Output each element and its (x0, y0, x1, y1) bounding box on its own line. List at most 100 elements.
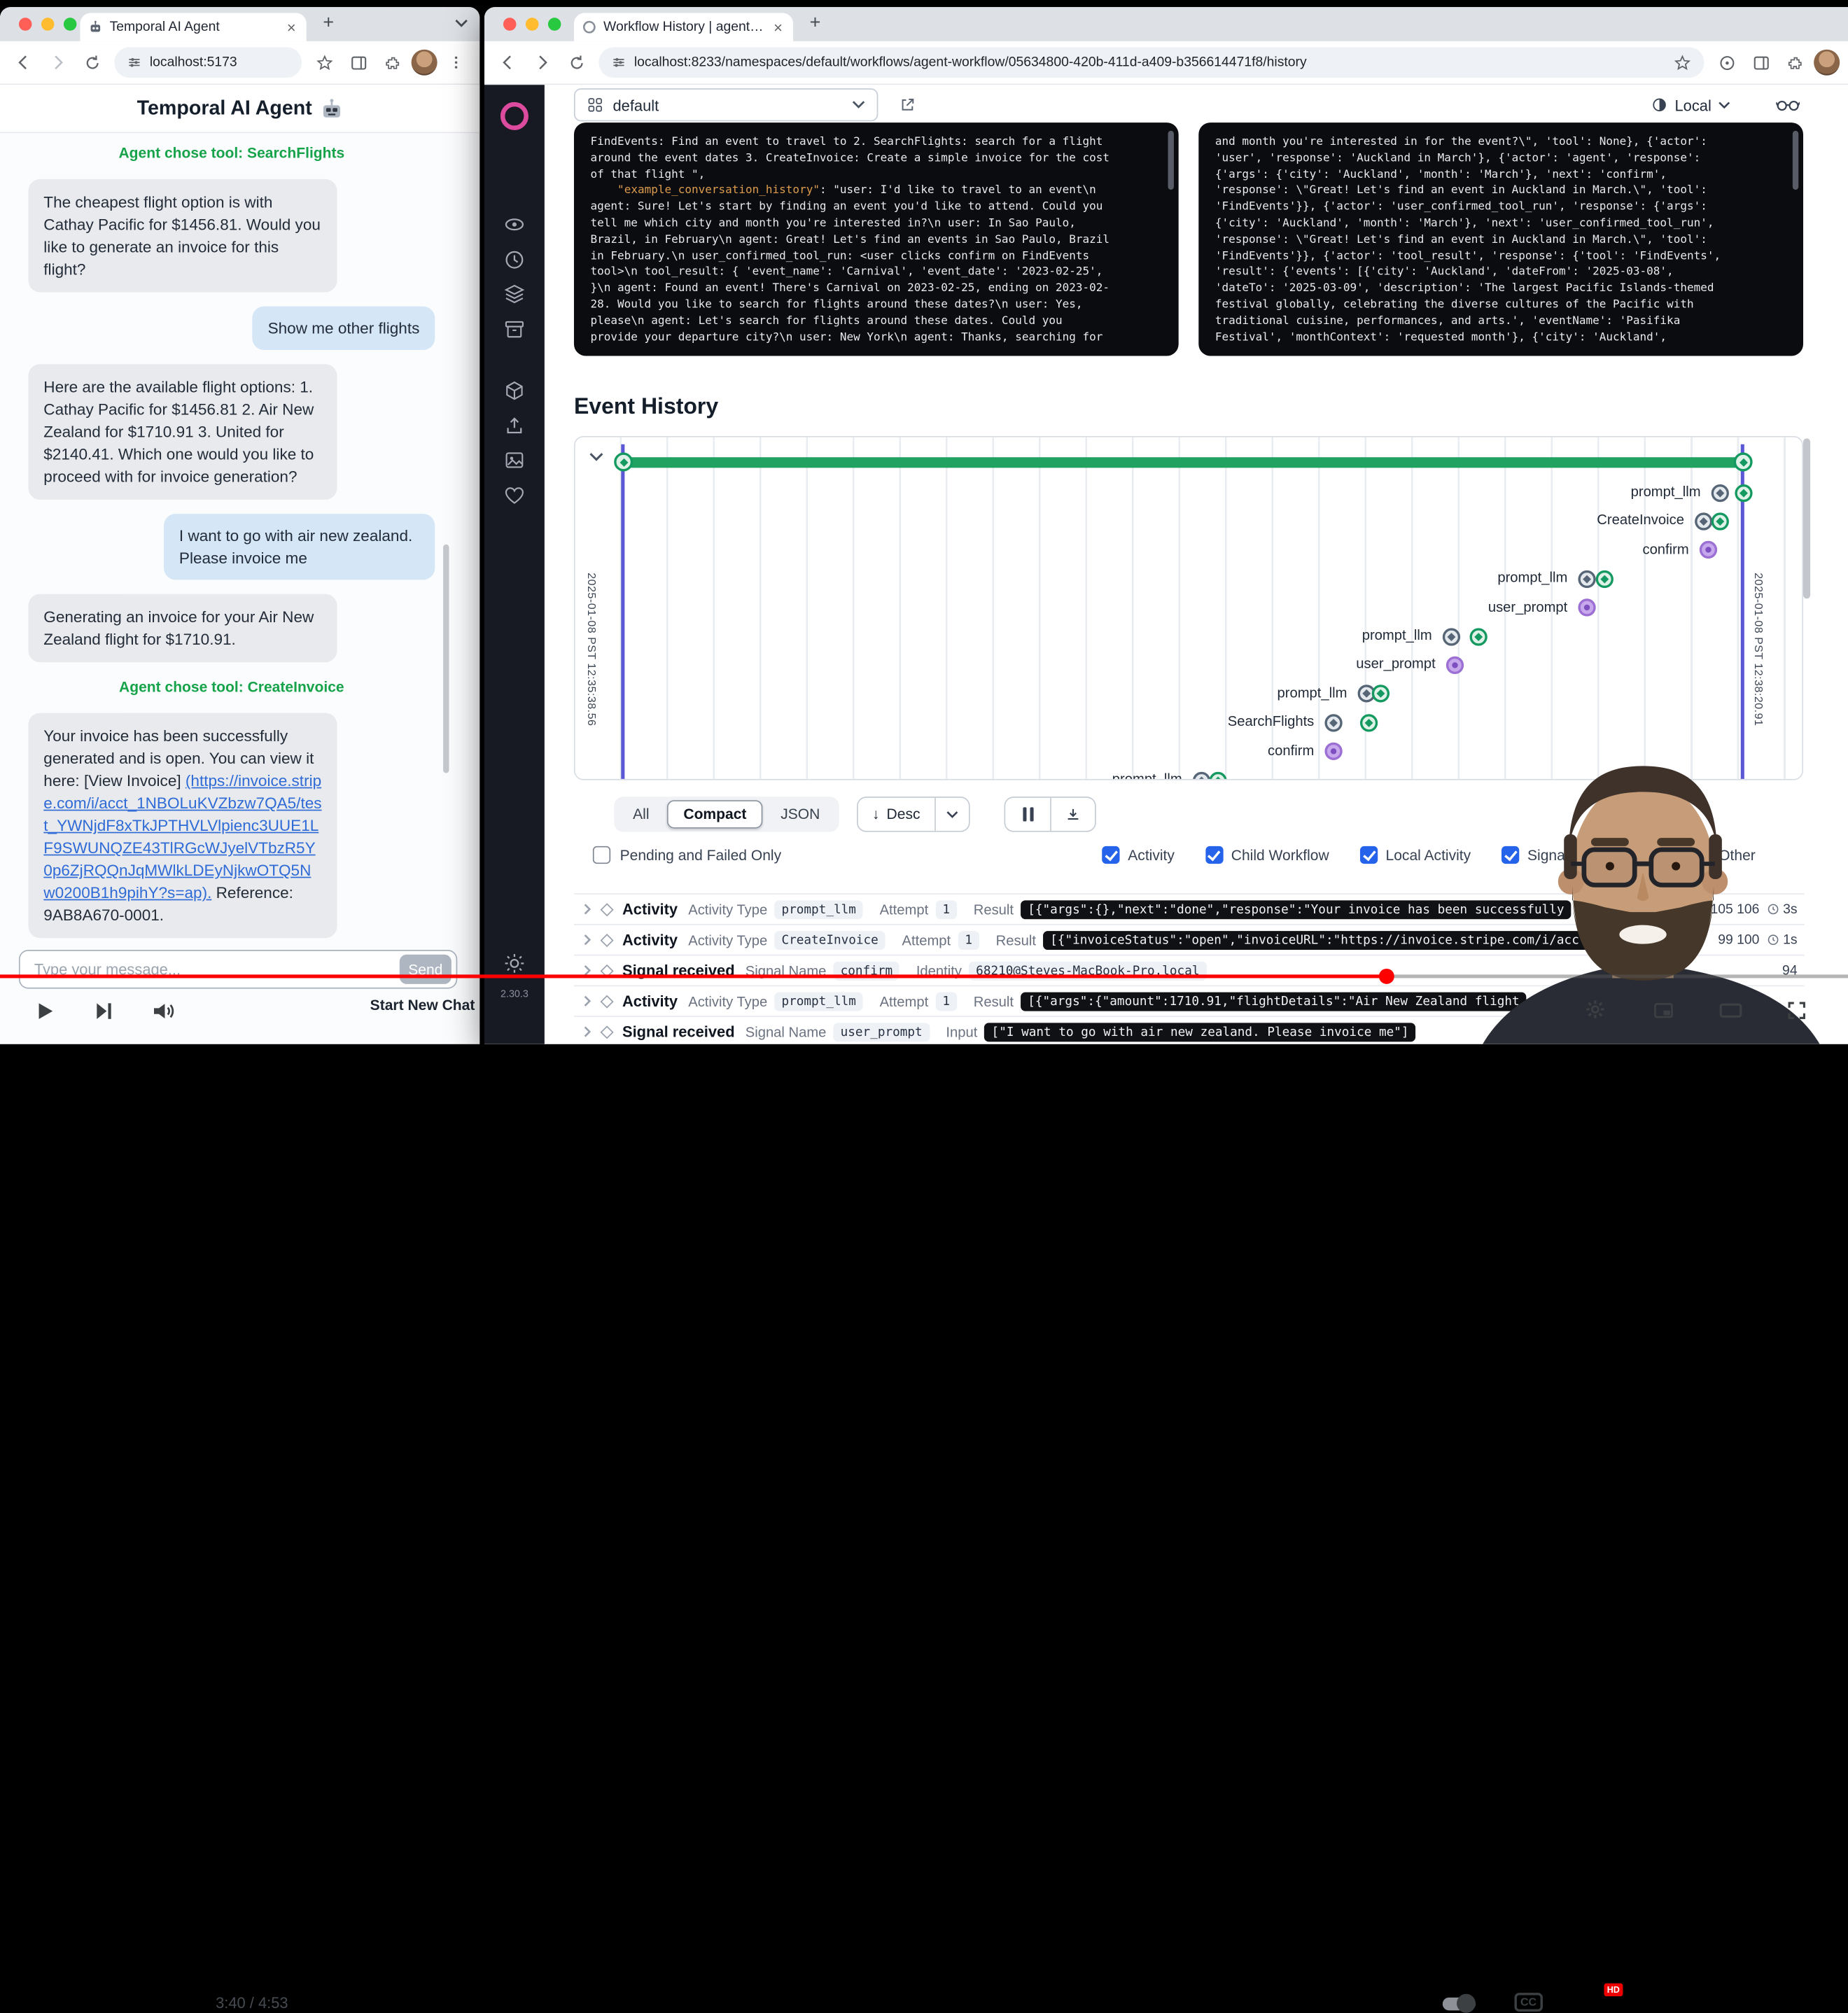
panel-scrollbar-thumb[interactable] (1793, 131, 1798, 190)
extensions-icon[interactable] (1779, 47, 1810, 78)
sort-order-button[interactable]: ↓Desc (858, 798, 934, 831)
timeline-event-dot[interactable] (1711, 484, 1728, 501)
feedback-heart-icon[interactable] (503, 484, 526, 507)
fullscreen-button[interactable] (1786, 1000, 1808, 1022)
captions-button[interactable]: CC (1515, 1993, 1543, 2012)
address-bar[interactable]: localhost:8233/namespaces/default/workfl… (598, 47, 1704, 78)
profile-avatar[interactable] (412, 50, 438, 76)
panel-scrollbar-thumb[interactable] (1168, 131, 1174, 190)
video-progress-bar[interactable] (0, 974, 1848, 978)
event-type-filter[interactable]: Child Workflow (1205, 846, 1329, 864)
sort-order-caret[interactable] (934, 798, 969, 831)
miniplayer-button[interactable] (1653, 1000, 1675, 1022)
zoom-window-button[interactable] (64, 17, 77, 31)
timeline-event-dot[interactable] (1578, 570, 1595, 587)
close-tab-icon[interactable]: × (771, 20, 785, 35)
batch-operations-icon[interactable] (503, 283, 526, 305)
data-encoder-select[interactable]: Local (1651, 91, 1730, 119)
chat-scrollbar-thumb[interactable] (443, 545, 449, 773)
import-events-icon[interactable] (503, 415, 526, 437)
send-button[interactable]: Send (400, 955, 451, 984)
video-scrubber-handle[interactable] (1378, 969, 1394, 984)
minimize-window-button[interactable] (526, 17, 539, 31)
labs-icon[interactable] (503, 449, 526, 471)
minimize-window-button[interactable] (41, 17, 55, 31)
bookmark-star-icon[interactable] (309, 47, 340, 78)
close-window-button[interactable] (19, 17, 32, 31)
browser-menu-icon[interactable] (441, 47, 472, 78)
timeline-event-dot[interactable] (1359, 714, 1377, 731)
bookmark-star-icon[interactable] (1674, 54, 1691, 71)
site-info-icon[interactable] (127, 55, 141, 69)
pause-updates-button[interactable] (1005, 798, 1050, 831)
workflow-result-payload[interactable]: and month you're interested in for the e… (1198, 122, 1803, 356)
codec-icon[interactable] (503, 379, 526, 402)
view-mode-tab[interactable]: JSON (765, 800, 835, 828)
open-namespace-external-button[interactable] (893, 91, 921, 119)
page-scrollbar-thumb[interactable] (1803, 438, 1810, 598)
extensions-icon[interactable] (377, 47, 408, 78)
timeline-event-dot[interactable] (1324, 714, 1342, 731)
expand-chevron-icon[interactable] (583, 933, 592, 946)
timeline-event-dot[interactable] (1209, 771, 1226, 780)
timeline-event-dot[interactable] (1324, 743, 1342, 760)
invoice-link[interactable]: (https://invoice.stripe.com/i/acct_1NBOL… (43, 772, 321, 902)
timeline-event-dot[interactable] (1694, 512, 1712, 530)
workflows-icon[interactable] (503, 213, 526, 236)
timeline-event-dot[interactable] (1469, 628, 1487, 645)
profile-avatar[interactable] (1814, 50, 1840, 76)
forward-button[interactable] (527, 47, 558, 78)
tab-workflow-history[interactable]: Workflow History | agent-wor × (574, 13, 793, 41)
expand-chevron-icon[interactable] (583, 903, 592, 916)
timeline-event-dot[interactable] (1735, 484, 1752, 501)
download-history-button[interactable] (1050, 798, 1095, 831)
timeline-event-dot[interactable] (1442, 628, 1460, 645)
back-button[interactable] (493, 47, 524, 78)
timeline-event-dot[interactable] (1578, 598, 1595, 616)
archival-icon[interactable] (503, 318, 526, 341)
side-panel-icon[interactable] (1746, 47, 1777, 78)
close-tab-icon[interactable]: × (284, 20, 298, 35)
autoplay-toggle[interactable] (1443, 1998, 1476, 2011)
settings-gear-icon[interactable] (1584, 998, 1606, 1020)
theme-toggle-sun-icon[interactable] (503, 952, 526, 974)
volume-button[interactable] (151, 1000, 177, 1023)
reload-button[interactable] (76, 47, 107, 78)
labs-glasses-icon[interactable] (1772, 90, 1805, 120)
view-mode-tab[interactable]: Compact (667, 800, 763, 828)
theater-mode-button[interactable] (1718, 1000, 1743, 1020)
timeline-event-dot[interactable] (1192, 771, 1210, 780)
event-type-filter[interactable]: Activity (1102, 846, 1175, 864)
timeline-event-dot[interactable] (1595, 570, 1613, 587)
password-manager-icon[interactable] (1712, 47, 1742, 78)
timeline-event-dot[interactable] (1446, 657, 1463, 674)
chat-message-list[interactable]: Agent chose tool: SearchFlights The chea… (0, 134, 479, 960)
checkbox[interactable] (1205, 846, 1223, 864)
temporal-logo-icon[interactable] (498, 99, 532, 133)
tab-list-chevron-icon[interactable] (455, 19, 468, 28)
timeline-event-dot[interactable] (1371, 685, 1389, 703)
next-button[interactable] (92, 1000, 115, 1023)
address-bar[interactable]: localhost:5173 (114, 47, 302, 78)
reload-button[interactable] (561, 47, 592, 78)
new-tab-button[interactable]: + (810, 14, 821, 33)
site-info-icon[interactable] (612, 55, 626, 69)
forward-button[interactable] (43, 47, 74, 78)
zoom-window-button[interactable] (548, 17, 561, 31)
tab-temporal-ai-agent[interactable]: Temporal AI Agent × (80, 13, 306, 41)
checkbox[interactable] (1359, 846, 1377, 864)
namespace-select[interactable]: default (574, 88, 878, 121)
checkbox[interactable] (1102, 846, 1119, 864)
new-tab-button[interactable]: + (323, 14, 334, 33)
timeline-event-dot[interactable] (1699, 541, 1716, 559)
timeline-event-dot[interactable] (1711, 512, 1728, 530)
close-window-button[interactable] (503, 17, 517, 31)
workflow-input-payload[interactable]: FindEvents: Find an event to travel to 2… (574, 122, 1179, 356)
schedules-icon[interactable] (503, 248, 526, 271)
checkbox-unchecked[interactable] (593, 846, 610, 864)
view-mode-tab[interactable]: All (617, 800, 664, 828)
side-panel-icon[interactable] (343, 47, 374, 78)
play-button[interactable] (33, 1000, 57, 1023)
pending-failed-filter[interactable]: Pending and Failed Only (593, 846, 781, 864)
back-button[interactable] (8, 47, 39, 78)
